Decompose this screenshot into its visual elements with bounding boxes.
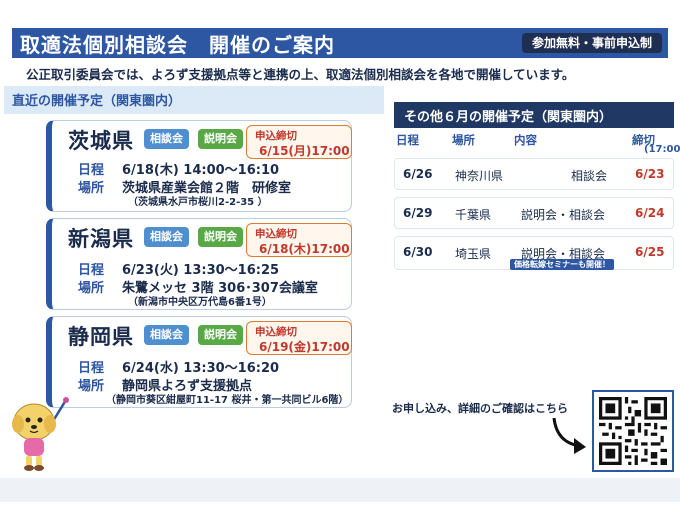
date-row: 日程 6/24(水) 13:30～16:20 <box>78 357 279 376</box>
page-title: 取適法個別相談会 開催のご案内 <box>20 33 335 57</box>
date-label: 日程 <box>78 263 105 278</box>
deadline-box: 申込締切 6/15(月)17:00 <box>246 125 352 159</box>
schedule-deadline: 6/24 <box>635 206 665 220</box>
date-row: 日程 6/18(木) 14:00～16:10 <box>78 159 279 178</box>
seminar-note: 価格転嫁セミナーも開催！ <box>510 259 614 270</box>
address-text: （新潟市中央区万代島6番1号） <box>128 297 272 308</box>
place-label: 場所 <box>78 281 105 296</box>
event-card-ibaraki: 茨城県 相談会 説明会 申込締切 6/15(月)17:00 日程 6/18(木) … <box>46 120 352 212</box>
qr-code-icon <box>599 397 667 465</box>
date-value: 6/23(火) 13:30～16:25 <box>122 263 280 278</box>
column-header-date: 日程 <box>396 133 419 147</box>
schedule-date: 6/26 <box>403 167 433 181</box>
deadline-box: 申込締切 6/18(木)17:00 <box>246 223 352 257</box>
qr-code[interactable] <box>592 390 674 472</box>
column-header-content: 内容 <box>514 133 537 147</box>
date-row: 日程 6/23(火) 13:30～16:25 <box>78 259 279 278</box>
featured-heading: 直近の開催予定（関東圏内） <box>4 86 384 114</box>
arrow-icon <box>552 417 586 454</box>
tag-consultation: 相談会 <box>144 227 189 247</box>
tag-consultation: 相談会 <box>144 325 189 345</box>
schedule-content: 説明会・相談会 <box>521 208 606 222</box>
column-header-place: 場所 <box>452 133 475 147</box>
prefecture-name: 茨城県 <box>68 129 134 153</box>
schedule-content: 相談会 <box>571 169 608 183</box>
footer-band <box>0 478 680 502</box>
deadline-label: 申込締切 <box>255 228 297 240</box>
schedule-date: 6/29 <box>403 206 433 220</box>
schedule-deadline: 6/23 <box>635 167 665 181</box>
prefecture-name: 静岡県 <box>68 325 134 349</box>
intro-text: 公正取引委員会では、よろず支援拠点等と連携の上、取適法個別相談会を各地で開催して… <box>26 67 575 82</box>
free-registration-badge: 参加無料・事前申込制 <box>521 33 662 53</box>
date-value: 6/24(水) 13:30～16:20 <box>122 361 280 376</box>
schedule-place: 埼玉県 <box>455 247 492 261</box>
schedule-deadline: 6/25 <box>635 245 665 259</box>
others-heading: その他６月の開催予定（関東圏内） <box>394 102 674 128</box>
deadline-box: 申込締切 6/19(金)17:00 <box>246 321 352 355</box>
prefecture-name: 新潟県 <box>68 227 134 251</box>
tag-consultation: 相談会 <box>144 129 189 149</box>
others-heading-text: その他６月の開催予定（関東圏内） <box>404 110 613 125</box>
title-bar: 取適法個別相談会 開催のご案内 参加無料・事前申込制 <box>12 28 668 58</box>
address-text: （静岡市葵区紺屋町11-17 桜井・第一共同ビル6階） <box>106 395 349 406</box>
tag-briefing: 説明会 <box>198 227 243 247</box>
event-card-shizuoka: 静岡県 相談会 説明会 申込締切 6/19(金)17:00 日程 6/24(水) … <box>46 316 352 408</box>
deadline-value: 6/15(月)17:00 <box>259 144 350 158</box>
event-card-niigata: 新潟県 相談会 説明会 申込締切 6/18(木)17:00 日程 6/23(火) … <box>46 218 352 310</box>
deadline-value: 6/19(金)17:00 <box>259 340 350 354</box>
deadline-value: 6/18(木)17:00 <box>259 242 350 256</box>
schedule-place: 神奈川県 <box>455 169 504 183</box>
deadline-label: 申込締切 <box>255 326 297 338</box>
mascot-icon <box>12 397 69 471</box>
apply-text: お申し込み、詳細のご確認はこちら <box>392 402 568 415</box>
schedule-row: 6/26 神奈川県 相談会 6/23 <box>394 158 674 190</box>
date-label: 日程 <box>78 361 105 376</box>
date-label: 日程 <box>78 163 105 178</box>
date-value: 6/18(木) 14:00～16:10 <box>122 163 280 178</box>
tag-briefing: 説明会 <box>198 129 243 149</box>
address-text: （茨城県水戸市桜川2-2-35 ） <box>128 197 268 208</box>
deadline-label: 申込締切 <box>255 130 297 142</box>
schedule-place: 千葉県 <box>455 208 492 222</box>
tag-briefing: 説明会 <box>198 325 243 345</box>
schedule-row: 6/29 千葉県 説明会・相談会 6/24 <box>394 197 674 229</box>
schedule-date: 6/30 <box>403 245 433 259</box>
place-label: 場所 <box>78 181 105 196</box>
deadline-time-note: (17:00) <box>644 144 680 155</box>
featured-heading-text: 直近の開催予定（関東圏内） <box>12 94 182 109</box>
